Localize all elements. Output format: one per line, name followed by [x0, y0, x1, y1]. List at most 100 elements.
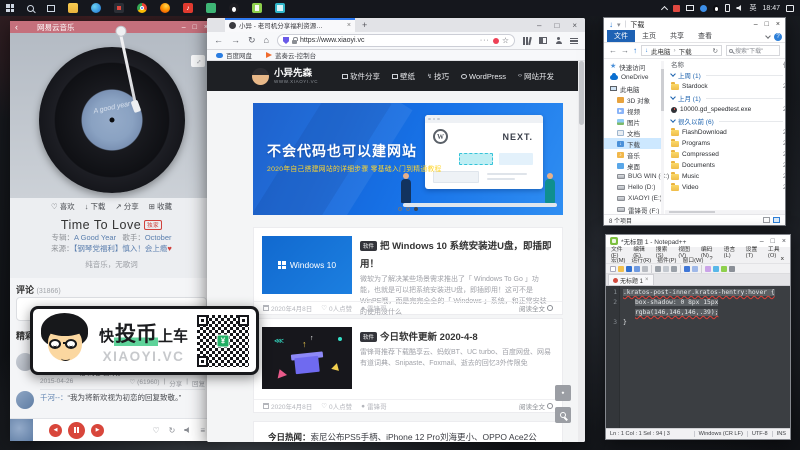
copy-icon[interactable] — [663, 266, 669, 272]
back-icon[interactable]: ← — [214, 36, 223, 45]
file-row[interactable]: Stardock2020/4/ — [671, 81, 785, 92]
file-row[interactable]: FlashDownload2019/12 — [671, 127, 785, 138]
sidebar-item-videos[interactable]: ▶视频 — [604, 105, 664, 116]
breadcrumb-this-pc[interactable]: 此电脑 — [651, 46, 671, 56]
ribbon-tab-file[interactable]: 文件 — [607, 30, 635, 42]
collect-button[interactable]: ⊞ 收藏 — [149, 201, 172, 212]
taskbar-photos-icon[interactable] — [114, 3, 124, 13]
list-view-icon[interactable] — [763, 217, 770, 223]
album-thumbnail[interactable] — [10, 419, 33, 442]
post-author[interactable]: 雷锋哥 — [367, 303, 387, 313]
pocket-icon[interactable] — [493, 38, 499, 44]
post-title[interactable]: 今日软件更新 2020-4-8 — [380, 332, 478, 343]
reload-icon[interactable]: ↻ — [248, 36, 256, 45]
code-editor[interactable]: 1 2 3 .kratos-post-inner.kratos-hentry:h… — [606, 286, 790, 428]
sidebar-item-drive-c[interactable]: BUG WIN (C:) — [604, 171, 664, 182]
minimize-button[interactable]: – — [537, 21, 541, 30]
tray-expand-icon[interactable] — [661, 5, 668, 12]
find-icon[interactable] — [705, 266, 711, 272]
maximize-button[interactable]: □ — [554, 21, 559, 30]
code-text[interactable]: .kratos-post-inner.kratos-hentry:hover {… — [620, 286, 790, 428]
cut-icon[interactable] — [655, 266, 661, 272]
ribbon-tab-view[interactable]: 查看 — [691, 30, 719, 42]
tracking-protection-icon[interactable] — [283, 37, 289, 44]
volume-icon[interactable] — [184, 427, 191, 433]
taskbar-search-icon[interactable] — [27, 5, 34, 12]
taskbar-chrome-icon[interactable] — [137, 3, 147, 13]
nav-item-tips[interactable]: ↯技巧 — [427, 71, 449, 82]
like-button[interactable]: ♡ 喜欢 — [51, 201, 75, 212]
taskbar-firefox-icon[interactable] — [160, 3, 170, 13]
bookmark-star-icon[interactable]: ☆ — [502, 36, 509, 45]
zoom-in-icon[interactable] — [713, 266, 719, 272]
player-like-icon[interactable]: ♡ — [152, 426, 159, 435]
sidebar-item-documents[interactable]: 文档 — [604, 127, 664, 138]
help-icon[interactable]: ? — [774, 33, 782, 41]
site-logo[interactable] — [252, 68, 269, 85]
maximize-button[interactable]: □ — [193, 24, 197, 31]
account-icon[interactable] — [555, 37, 562, 44]
undo-icon[interactable] — [684, 266, 690, 272]
tray-display-icon[interactable] — [686, 5, 694, 11]
save-all-icon[interactable] — [634, 266, 640, 272]
read-more-link[interactable]: 阅读全文 — [519, 401, 553, 411]
taskbar-screen-mirror-icon[interactable] — [275, 3, 285, 13]
search-fab-button[interactable] — [555, 407, 571, 423]
sidebar-item-desktop[interactable]: 桌面 — [604, 160, 664, 171]
library-icon[interactable] — [523, 37, 531, 45]
tray-qq-icon[interactable] — [713, 5, 719, 12]
refresh-icon[interactable]: ↻ — [713, 47, 718, 55]
file-row[interactable]: Music2019/10 — [671, 171, 785, 182]
post-card[interactable]: Windows 10 软件把 Windows 10 系统安装进U盘，即插即用！ … — [253, 227, 563, 315]
ribbon-expand-icon[interactable] — [765, 33, 771, 39]
pause-button[interactable] — [68, 422, 85, 439]
paste-icon[interactable] — [671, 266, 677, 272]
sidebar-item-drive-f[interactable]: 雷锋哥 (F:) — [604, 204, 664, 214]
notification-center-icon[interactable] — [786, 5, 794, 12]
back-icon[interactable]: ← — [609, 47, 617, 55]
home-icon[interactable]: ⌂ — [264, 36, 269, 45]
collapse-player-button[interactable]: ↔ — [191, 55, 205, 67]
nav-item-software[interactable]: 软件分享 — [342, 71, 380, 82]
tray-phone-icon[interactable] — [725, 4, 730, 12]
file-row[interactable]: Compressed2019/10 — [671, 149, 785, 160]
zoom-out-icon[interactable] — [721, 266, 727, 272]
task-view-icon[interactable] — [47, 5, 55, 12]
word-wrap-icon[interactable] — [729, 266, 735, 272]
url-text[interactable]: https://www.xiaoyi.vc — [300, 37, 477, 44]
carousel-dots[interactable] — [398, 207, 418, 211]
open-file-icon[interactable] — [618, 266, 624, 272]
repeat-icon[interactable]: ↻ — [169, 426, 176, 435]
redo-icon[interactable] — [692, 266, 698, 272]
comment-username[interactable]: 千河--： — [40, 393, 68, 402]
news-strip[interactable]: 今日热闻：索尼公布PS5手柄、iPhone 12 Pro刘海更小、OPPO Ac… — [253, 421, 563, 442]
album-link[interactable]: A Good Year — [74, 233, 116, 242]
horizontal-scrollbar[interactable] — [665, 210, 785, 214]
comment-avatar[interactable] — [16, 391, 34, 409]
tray-language[interactable]: 英 — [749, 3, 756, 13]
close-button[interactable]: × — [776, 21, 780, 28]
sidebar-item-pictures[interactable]: 图片 — [604, 116, 664, 127]
file-group-header[interactable]: 很久以前 (6) — [671, 115, 785, 127]
column-name[interactable]: 名称 — [671, 59, 684, 69]
forward-icon[interactable]: → — [621, 47, 629, 55]
menu-settings[interactable]: 设置(T) — [743, 244, 765, 259]
taskbar-notepad-plus-plus-icon[interactable] — [252, 3, 262, 13]
page-scrollbar[interactable] — [578, 61, 585, 442]
post-thumbnail[interactable]: Windows 10 — [262, 236, 352, 294]
new-file-icon[interactable] — [610, 266, 616, 272]
source-playlist-link[interactable]: 【钢琴党福利】慎入！会上瘾 — [74, 244, 168, 253]
menu-help[interactable]: ? — [706, 256, 715, 262]
sidebar-item-drive-e[interactable]: XIAOYI (E:) — [604, 193, 664, 204]
download-button[interactable]: ↓ 下载 — [85, 201, 106, 212]
column-date[interactable]: 修改日期 — [783, 59, 785, 69]
file-row[interactable]: Documents2019/10 — [671, 160, 785, 171]
close-button[interactable]: × — [572, 21, 577, 30]
taskbar-file-explorer-icon[interactable] — [68, 3, 78, 13]
site-name[interactable]: 小异先森 — [274, 69, 318, 79]
sidebar-item-quick-access[interactable]: ★快速访问 — [604, 61, 664, 72]
tray-app-icon[interactable] — [673, 5, 680, 12]
nav-item-wallpaper[interactable]: 壁纸 — [392, 71, 415, 82]
bookmark-item[interactable]: 蓝奏云-控制台 — [266, 50, 316, 60]
share-button[interactable]: ↗ 分享 — [115, 201, 138, 212]
